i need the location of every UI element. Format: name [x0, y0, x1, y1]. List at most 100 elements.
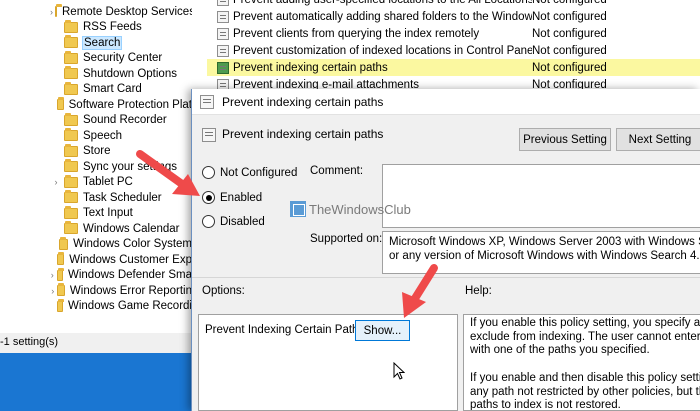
tree-item-label: Smart Card [83, 83, 142, 96]
tree-item[interactable]: › Remote Desktop Services [0, 4, 192, 20]
next-setting-button[interactable]: Next Setting [616, 128, 700, 151]
tree-item[interactable]: ›Windows Customer Exp [0, 252, 192, 268]
setting-header-title: Prevent indexing certain paths [222, 127, 384, 141]
tree-item-label: Shutdown Options [83, 67, 177, 80]
policy-row[interactable]: Prevent adding user-specified locations … [207, 0, 700, 8]
status-text: -1 setting(s) [0, 336, 59, 348]
radio-not-configured[interactable]: Not Configured [202, 166, 297, 179]
folder-icon [56, 97, 64, 111]
radio-disabled[interactable]: Disabled [202, 215, 265, 228]
radio-enabled-label: Enabled [220, 191, 263, 204]
expand-chevron-icon[interactable]: › [50, 177, 62, 187]
tree-item[interactable]: ›Software Protection Plat [0, 97, 192, 113]
options-panel: Prevent Indexing Certain Paths Show... [198, 314, 458, 411]
policy-state: Not configured [532, 61, 607, 74]
mouse-cursor-icon [393, 362, 405, 380]
options-label: Options: [202, 285, 245, 297]
folder-icon [56, 298, 63, 312]
folder-icon [64, 66, 78, 80]
tree-item[interactable]: ›Windows Game Recordi [0, 298, 192, 315]
policy-row[interactable]: Prevent indexing certain paths Not config… [207, 59, 700, 76]
help-line: If you enable this policy setting, you s… [470, 317, 700, 329]
folder-icon [64, 174, 78, 188]
help-label: Help: [465, 285, 492, 297]
expand-chevron-icon[interactable]: › [50, 286, 55, 296]
tree-item[interactable]: ›Text Input [0, 205, 192, 222]
previous-setting-button[interactable]: Previous Setting [519, 128, 611, 151]
tree-item-label: Windows Color System [73, 238, 192, 251]
folder-icon [55, 4, 62, 18]
supported-line: Microsoft Windows XP, Windows Server 200… [389, 236, 700, 248]
tree-item[interactable]: ›Shutdown Options [0, 66, 192, 82]
tree-item-label: Search [81, 35, 123, 50]
policy-list: Prevent adding user-specified locations … [207, 0, 700, 92]
policy-row[interactable]: Prevent customization of indexed locatio… [207, 42, 700, 59]
divider [192, 277, 700, 278]
tree-item[interactable]: ›Windows Color System [0, 236, 192, 253]
folder-icon [64, 50, 78, 64]
watermark-text: TheWindowsClub [309, 201, 411, 217]
radio-disabled-label: Disabled [220, 215, 265, 228]
tree-item-label: Speech [83, 129, 123, 142]
expand-chevron-icon[interactable]: › [50, 7, 53, 17]
tree-item-label: Sound Recorder [83, 114, 167, 127]
policy-name: Prevent indexing certain paths [233, 61, 388, 74]
radio-not-configured-label: Not Configured [220, 166, 298, 179]
comment-textarea[interactable] [382, 164, 700, 228]
watermark-logo-icon [290, 201, 306, 217]
tree-item-label: Windows Calendar [83, 222, 180, 235]
watermark: TheWindowsClub [290, 201, 411, 217]
policy-state: Not configured [532, 44, 607, 57]
tree-item[interactable]: ›Windows Calendar [0, 221, 192, 237]
tree-item-label: Store [83, 145, 111, 158]
policy-setting-icon [217, 27, 229, 40]
folder-icon [64, 190, 78, 204]
policy-setting-icon [217, 61, 229, 74]
expand-chevron-icon[interactable]: › [50, 270, 55, 280]
help-panel[interactable]: If you enable this policy setting, you s… [463, 314, 700, 411]
policy-setting-icon [217, 44, 229, 57]
tree-item[interactable]: ›Speech [0, 128, 192, 144]
show-button[interactable]: Show... [355, 320, 410, 341]
radio-enabled[interactable]: Enabled [202, 191, 262, 204]
folder-icon [57, 252, 65, 266]
policy-row[interactable]: Prevent automatically adding shared fold… [207, 8, 700, 25]
tree-item[interactable]: ›RSS Feeds [0, 19, 192, 36]
policy-state: Not configured [532, 0, 607, 6]
tree-item[interactable]: ›Security Center [0, 50, 192, 67]
radio-disabled-circle[interactable] [202, 215, 215, 228]
policy-name: Prevent customization of indexed locatio… [233, 44, 532, 57]
policy-name: Prevent clients from querying the index … [233, 27, 480, 40]
folder-icon [64, 143, 78, 157]
tree-item[interactable]: ›Search [0, 35, 192, 51]
dialog-titlebar[interactable]: Prevent indexing certain paths [192, 89, 700, 115]
comment-label: Comment: [310, 165, 364, 177]
policy-setting-icon [217, 10, 229, 23]
policy-name: Prevent automatically adding shared fold… [233, 10, 532, 23]
tree-item-label: RSS Feeds [83, 21, 142, 34]
arrow-to-show-icon [402, 264, 438, 318]
policy-row[interactable]: Prevent clients from querying the index … [207, 25, 700, 42]
help-line: If you enable and then disable this poli… [470, 371, 700, 384]
setting-header-icon [202, 128, 216, 142]
supported-on-label: Supported on: [310, 233, 383, 245]
help-line: exclude from indexing. The user cannot e… [470, 330, 700, 343]
folder-icon [64, 205, 78, 219]
folder-icon [64, 19, 78, 33]
folder-icon [64, 35, 78, 49]
tree-item[interactable]: ›Sound Recorder [0, 112, 192, 129]
tree-item-label: Windows Error Reportin [69, 284, 192, 297]
option-label: Prevent Indexing Certain Paths [205, 324, 365, 336]
tree-item[interactable]: › Windows Defender Sma [0, 267, 192, 284]
tree-item-label: Windows Customer Exp [69, 253, 192, 266]
tree-item-label: Security Center [83, 52, 163, 65]
help-paragraph: If you enable and then disable this poli… [470, 371, 700, 411]
tree-item[interactable]: › Windows Error Reportin [0, 283, 192, 299]
tree-item[interactable]: ›Smart Card [0, 81, 192, 98]
tree-item-label: Remote Desktop Services [62, 5, 192, 18]
help-line: with one of the paths you specified. [470, 344, 650, 357]
tree-item-label: Windows Defender Sma [68, 269, 192, 282]
folder-icon [64, 128, 78, 142]
help-line: paths to index is not restored. [470, 399, 621, 411]
folder-icon [57, 283, 65, 297]
